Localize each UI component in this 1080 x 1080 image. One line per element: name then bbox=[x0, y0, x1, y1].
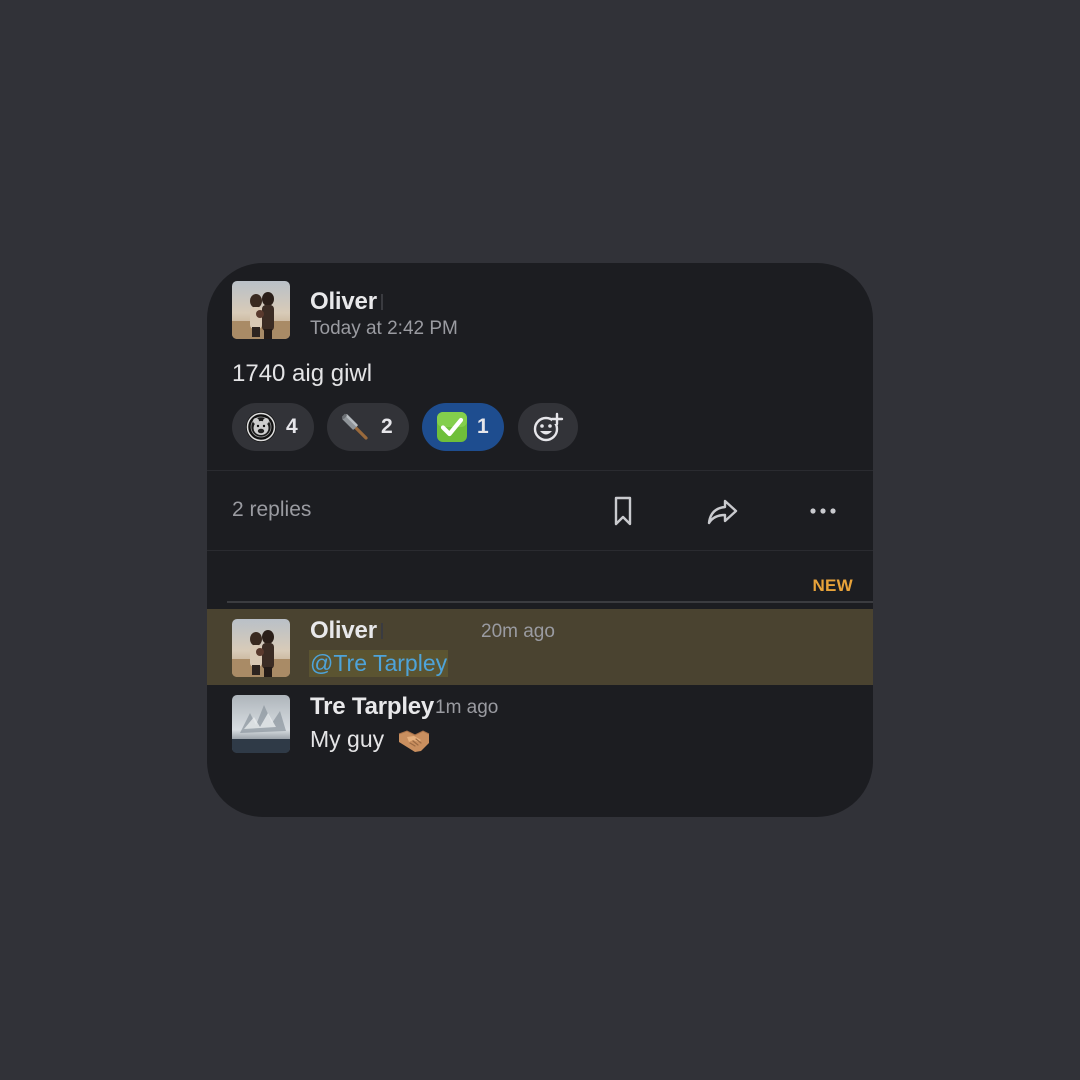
reply-author-name[interactable]: Tre Tarpley bbox=[310, 693, 434, 721]
bookmark-icon[interactable] bbox=[605, 493, 641, 529]
reaction-count: 1 bbox=[477, 415, 489, 438]
reaction-count: 2 bbox=[381, 415, 393, 438]
oliver-avatar[interactable] bbox=[232, 619, 290, 677]
status-indicator bbox=[381, 294, 383, 310]
share-icon[interactable] bbox=[705, 493, 741, 529]
post-author-name[interactable]: Oliver bbox=[310, 288, 377, 316]
divider bbox=[207, 550, 873, 551]
divider bbox=[207, 470, 873, 471]
message-card: Oliver Today at 2:42 PM 1740 aig giwl 4 bbox=[207, 263, 873, 817]
reply-author-name[interactable]: Oliver bbox=[310, 617, 377, 645]
reaction-hammer[interactable]: 2 bbox=[327, 403, 409, 451]
tre-tarpley-avatar[interactable] bbox=[232, 695, 290, 753]
reply-time: 20m ago bbox=[481, 621, 555, 642]
hammer-emoji-icon bbox=[339, 411, 371, 443]
reaction-white-check-mark[interactable]: 1 bbox=[422, 403, 504, 451]
add-reaction-button[interactable] bbox=[518, 403, 578, 451]
new-messages-label: NEW bbox=[812, 576, 853, 595]
post-timestamp: Today at 2:42 PM bbox=[310, 318, 458, 339]
post-message-text: 1740 aig giwl bbox=[232, 360, 373, 387]
bear-logo-emoji-icon bbox=[245, 411, 277, 443]
reaction-count: 4 bbox=[286, 415, 298, 438]
replies-count-link[interactable]: 2 replies bbox=[232, 498, 311, 522]
more-icon[interactable] bbox=[805, 493, 841, 529]
oliver-avatar[interactable] bbox=[232, 281, 290, 339]
handshake-emoji-icon bbox=[397, 725, 431, 755]
reply-text: My guy bbox=[310, 726, 385, 752]
user-mention[interactable]: @Tre Tarpley bbox=[309, 650, 449, 677]
status-indicator bbox=[381, 623, 383, 639]
reaction-bear-logo[interactable]: 4 bbox=[232, 403, 314, 451]
add-reaction-icon bbox=[532, 411, 564, 443]
reply-time: 1m ago bbox=[435, 697, 499, 718]
new-messages-line bbox=[227, 601, 873, 603]
white-check-mark-emoji-icon bbox=[436, 411, 468, 443]
